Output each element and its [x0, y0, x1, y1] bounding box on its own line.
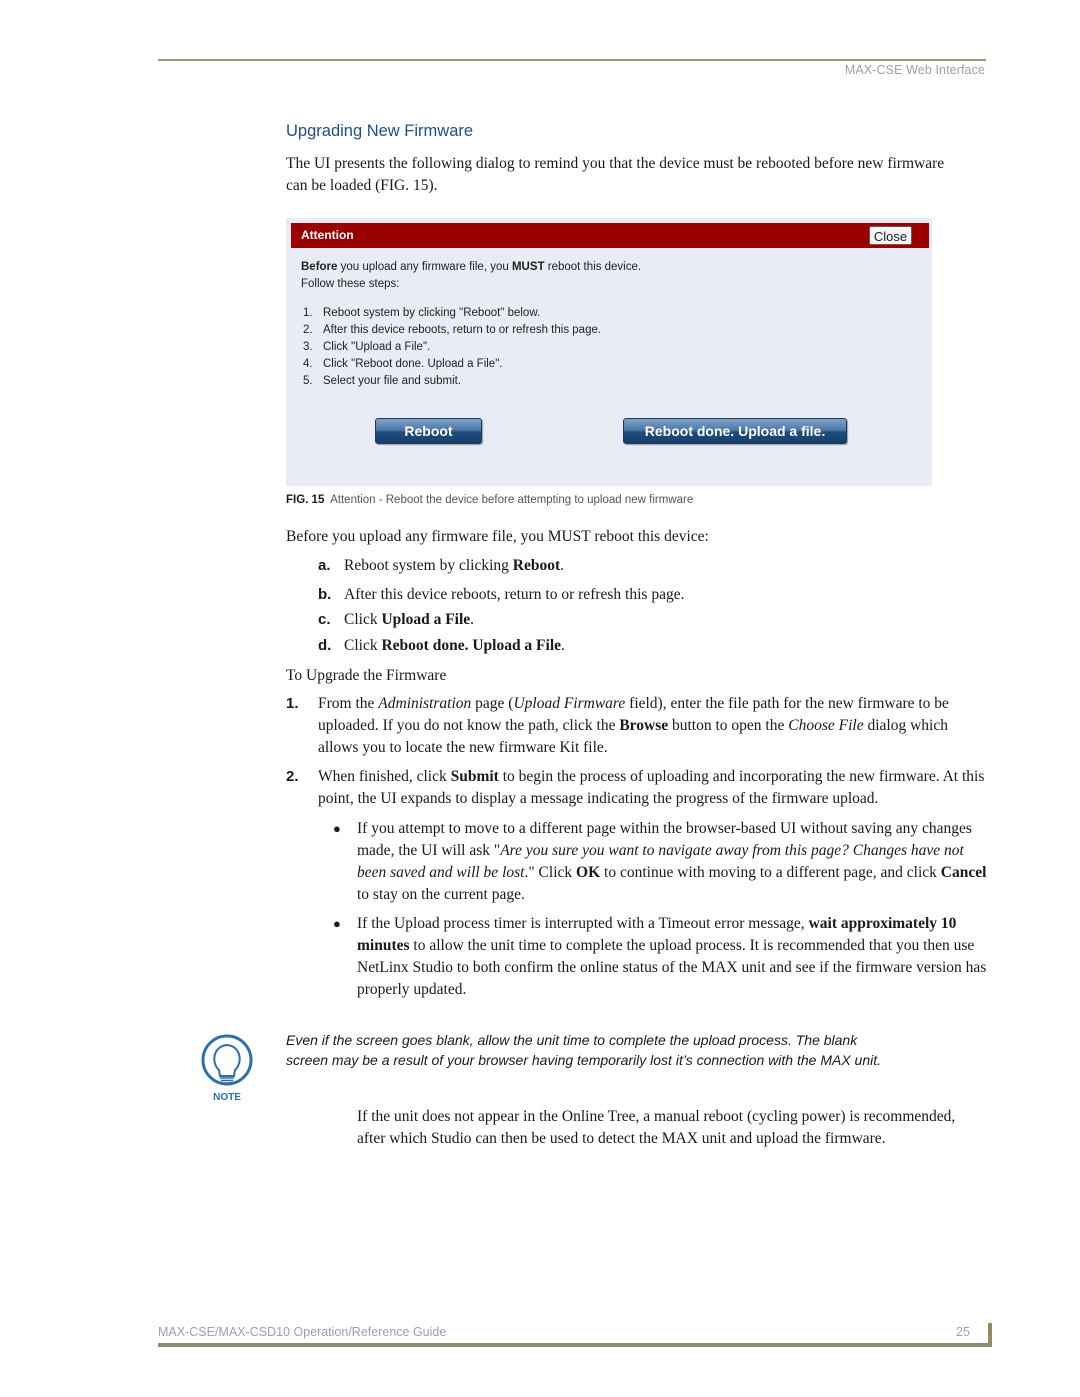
bullet-text: If the Upload process timer is interrupt…: [357, 915, 809, 932]
step-text: Click "Reboot done. Upload a File".: [323, 358, 503, 370]
procedure-step: 1. From the Administration page (Upload …: [286, 693, 986, 759]
header-rule: [158, 59, 986, 61]
figure-caption-text: Attention - Reboot the device before att…: [330, 494, 694, 506]
item-bold: Reboot: [512, 557, 561, 574]
item-text: Click: [344, 637, 382, 654]
item-text: After this device reboots, return to or …: [344, 586, 685, 603]
step-italic: Upload Firmware: [513, 695, 626, 712]
step-text: button to open the: [668, 717, 789, 734]
footer-guide-title: MAX-CSE/MAX-CSD10 Operation/Reference Gu…: [158, 1325, 447, 1339]
step-text: Select your file and submit.: [323, 375, 462, 387]
dialog-lead-bold-before: Before: [301, 261, 338, 273]
figure-label: FIG. 15: [286, 494, 325, 506]
dialog-step: 3. Click "Upload a File".: [303, 339, 601, 356]
dialog-step: 2. After this device reboots, return to o…: [303, 322, 601, 339]
bullet-text: ." Click: [524, 864, 577, 881]
bullet-text: to stay on the current page.: [357, 886, 525, 903]
close-button[interactable]: Close: [869, 226, 912, 245]
step-label: 2.: [286, 768, 299, 785]
list-item: a. Reboot system by clicking Reboot.: [318, 555, 564, 577]
item-text-end: .: [470, 611, 475, 628]
bullet-bold: OK: [576, 864, 601, 881]
bullet-bold: Cancel: [940, 864, 987, 881]
bullet-item: ● If you attempt to move to a different …: [333, 818, 988, 906]
section-heading: Upgrading New Firmware: [286, 122, 474, 140]
procedure-step: 2. When finished, click Submit to begin …: [286, 766, 986, 810]
bullet-text: to allow the unit time to complete the u…: [357, 937, 987, 998]
list-item: b. After this device reboots, return to o…: [318, 584, 684, 606]
item-label: a.: [318, 557, 331, 574]
step-number: 1.: [303, 307, 313, 319]
dialog-title-bar: [291, 223, 929, 248]
list-item: d. Click Reboot done. Upload a File.: [318, 635, 565, 657]
item-bold: Reboot done. Upload a File: [381, 637, 562, 654]
reboot-done-upload-button[interactable]: Reboot done. Upload a file.: [623, 418, 847, 444]
list-item: c. Click Upload a File.: [318, 609, 474, 631]
dialog-title: Attention: [301, 228, 354, 242]
dialog-step: 1. Reboot system by clicking "Reboot" bel…: [303, 305, 601, 322]
note-text: Even if the screen goes blank, allow the…: [286, 1032, 882, 1068]
item-text: Click: [344, 611, 382, 628]
dialog-step: 5. Select your file and submit.: [303, 373, 601, 390]
step-text: When finished, click: [318, 768, 451, 785]
dialog-follow-text: Follow these steps:: [301, 278, 400, 290]
step-number: 4.: [303, 358, 313, 370]
item-bold: Upload a File: [381, 611, 471, 628]
dialog-lead-text: you upload any firmware file, you: [337, 261, 512, 273]
step-number: 5.: [303, 375, 313, 387]
note-lightbulb-icon: NOTE: [200, 1034, 254, 1104]
reboot-button[interactable]: Reboot: [375, 418, 482, 444]
dialog-steps-list: 1. Reboot system by clicking "Reboot" bel…: [303, 305, 601, 390]
bullet-icon: ●: [333, 821, 341, 836]
dialog-lead-text-end: reboot this device.: [544, 261, 642, 273]
dialog-step: 4. Click "Reboot done. Upload a File".: [303, 356, 601, 373]
note-label: NOTE: [213, 1092, 241, 1103]
running-header: MAX-CSE Web Interface: [844, 63, 985, 77]
step-text: After this device reboots, return to or …: [323, 324, 602, 336]
item-text: Reboot system by clicking: [344, 557, 513, 574]
dialog-message: Before you upload any firmware file, you…: [301, 259, 641, 293]
step-text: From the: [318, 695, 379, 712]
item-label: c.: [318, 611, 331, 628]
step-italic: Administration: [378, 695, 472, 712]
bullet-icon: ●: [333, 916, 341, 931]
item-label: b.: [318, 586, 332, 603]
item-text-end: .: [560, 557, 564, 574]
footer-rule: [158, 1343, 992, 1347]
step-bold: Submit: [450, 768, 499, 785]
step-text: Reboot system by clicking "Reboot" below…: [323, 307, 541, 319]
bullet-item: ● If the Upload process timer is interru…: [333, 913, 988, 1001]
item-label: d.: [318, 637, 332, 654]
step-label: 1.: [286, 695, 299, 712]
before-paragraph: Before you upload any firmware file, you…: [286, 528, 709, 545]
footer-corner-rule: [988, 1323, 992, 1347]
followup-paragraph: If the unit does not appear in the Onlin…: [357, 1108, 956, 1147]
page-number: 25: [956, 1325, 970, 1339]
step-bold: Browse: [619, 717, 669, 734]
dialog-lead-bold-must: MUST: [511, 261, 545, 273]
step-text: page (: [471, 695, 514, 712]
item-text-end: .: [561, 637, 565, 654]
bullet-text: to continue with moving to a different p…: [600, 864, 941, 881]
figure-caption: FIG. 15 Attention - Reboot the device be…: [286, 494, 693, 506]
subheading-to-upgrade: To Upgrade the Firmware: [286, 667, 447, 684]
step-number: 2.: [303, 324, 313, 336]
step-italic: Choose File: [788, 717, 864, 734]
step-number: 3.: [303, 341, 313, 353]
step-text: Click "Upload a File".: [323, 341, 431, 353]
intro-paragraph: The UI presents the following dialog to …: [286, 155, 945, 194]
